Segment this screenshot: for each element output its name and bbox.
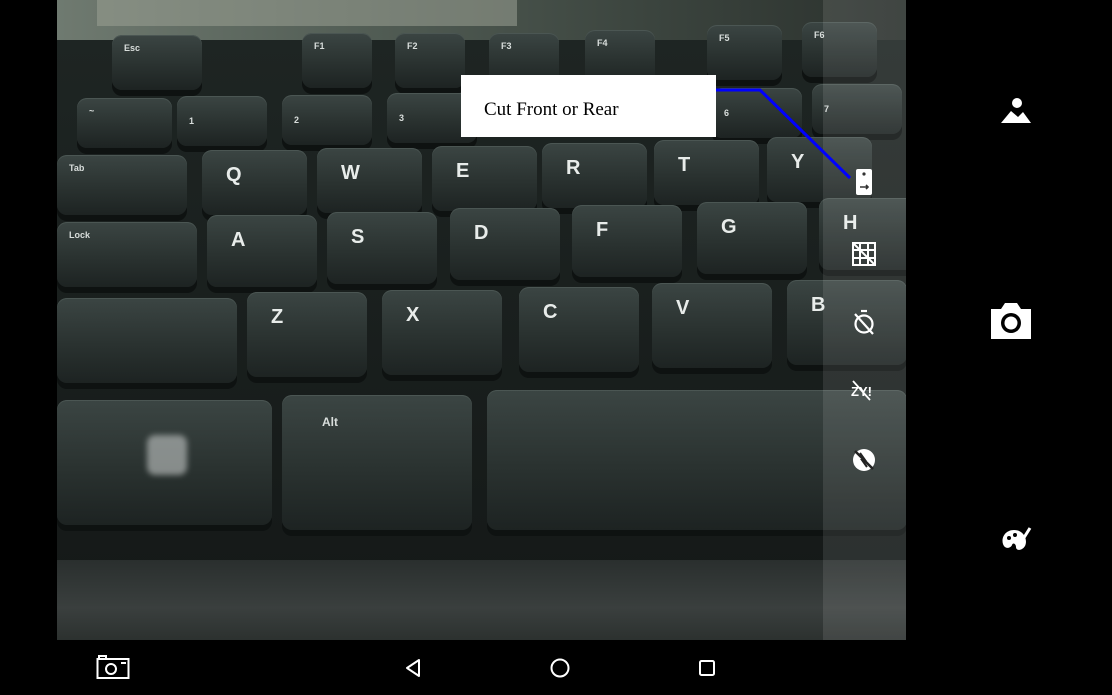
key-w: W: [317, 148, 422, 213]
timer-off-icon[interactable]: [850, 308, 878, 336]
flash-off-icon[interactable]: [850, 446, 878, 474]
key-6: 6: [712, 88, 802, 138]
key-f2: F2: [395, 33, 465, 88]
key-e: E: [432, 146, 537, 211]
key-c: C: [519, 287, 639, 372]
switch-camera-icon[interactable]: [850, 168, 878, 196]
key-z: Z: [247, 292, 367, 377]
grid-icon[interactable]: [850, 240, 878, 268]
key-tab: Tab: [57, 155, 187, 215]
screenshot-icon[interactable]: [95, 652, 131, 682]
key-f1: F1: [302, 33, 372, 88]
keyboard-edge: [57, 560, 906, 640]
key-f5: F5: [707, 25, 782, 80]
home-icon[interactable]: [545, 653, 575, 683]
key-alt: Alt: [282, 395, 472, 530]
filters-icon[interactable]: [996, 520, 1036, 560]
key-f: F: [572, 205, 682, 277]
key-t: T: [654, 140, 759, 205]
control-panel: [906, 0, 1112, 640]
gallery-icon[interactable]: [996, 90, 1036, 130]
back-icon[interactable]: [398, 653, 428, 683]
key-q: Q: [202, 150, 307, 215]
shutter-icon[interactable]: [986, 295, 1036, 345]
key-shift: [57, 298, 237, 383]
key-r: R: [542, 143, 647, 208]
hdr-off-icon[interactable]: ZY!: [850, 376, 878, 404]
key-windows: [57, 400, 272, 525]
key-x: X: [382, 290, 502, 375]
key-a: A: [207, 215, 317, 287]
key-s: S: [327, 212, 437, 284]
key-v: V: [652, 283, 772, 368]
key-caps-lock: Lock: [57, 222, 197, 287]
key-esc: Esc: [112, 35, 202, 90]
key-g: G: [697, 202, 807, 274]
recents-icon[interactable]: [692, 653, 722, 683]
key-d: D: [450, 208, 560, 280]
key-tilde: ~: [77, 98, 172, 148]
key-1: 1: [177, 96, 267, 146]
navigation-bar: [0, 640, 1112, 695]
key-2: 2: [282, 95, 372, 145]
tooltip-label: Cut Front or Rear: [461, 75, 716, 137]
